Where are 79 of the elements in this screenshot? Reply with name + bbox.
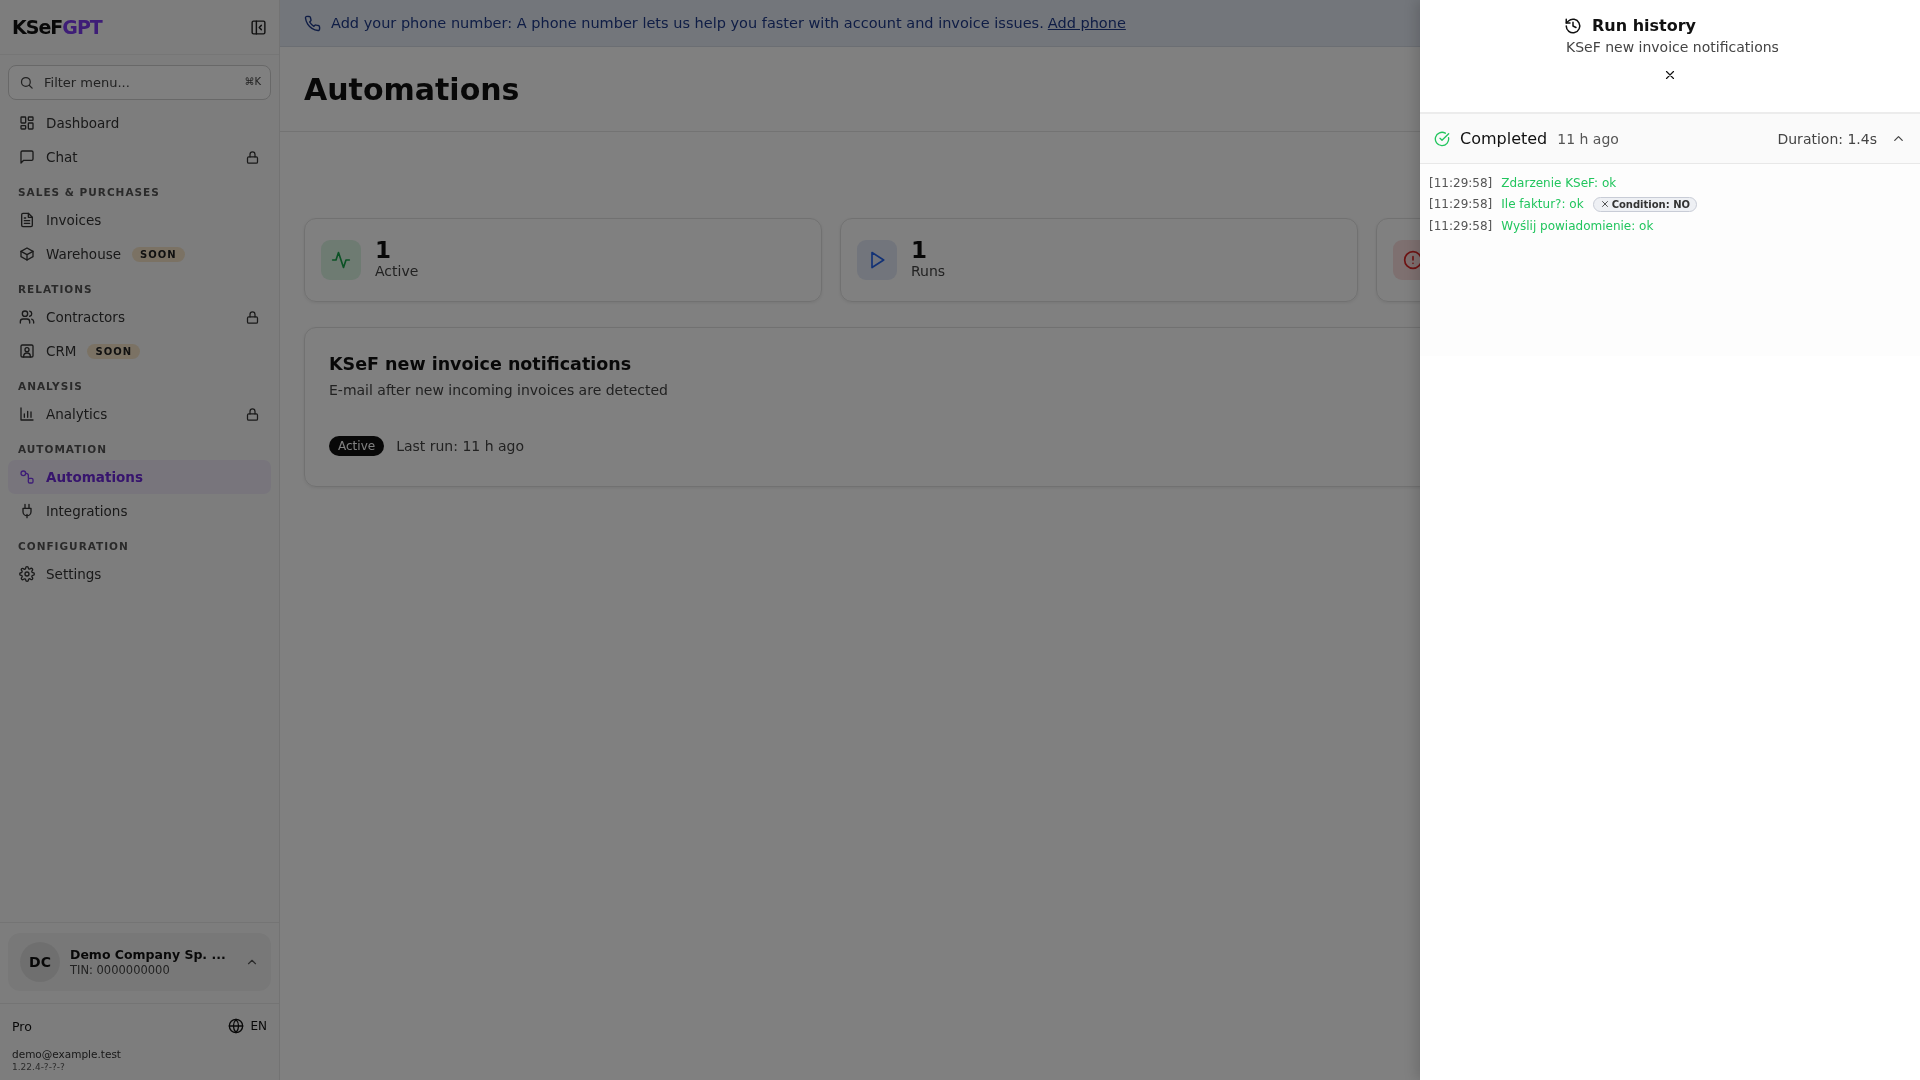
log-timestamp: [11:29:58] [1429, 218, 1493, 233]
stat-value: 1 [911, 237, 928, 263]
bar-chart-icon [19, 406, 35, 422]
nav-label: Chat [46, 149, 78, 165]
nav-item[interactable]: Invoices [8, 203, 271, 237]
nav-label: Integrations [46, 503, 128, 519]
shortcut-hint: ⌘K [244, 76, 261, 87]
workflow-icon [19, 469, 35, 485]
log-message: Ile faktur?: ok [1501, 197, 1584, 212]
cube-icon [19, 246, 35, 262]
nav-item[interactable]: CRM SOON [8, 334, 271, 368]
language-button[interactable]: EN [228, 1018, 267, 1034]
nav-item[interactable]: Integrations [8, 494, 271, 528]
section-label: CONFIGURATION [17, 539, 130, 554]
section-label: SALES & PURCHASES [17, 185, 161, 200]
nav-item[interactable]: Automations [8, 460, 271, 494]
close-button[interactable] [1663, 68, 1677, 82]
account-switcher[interactable]: DC Demo Company Sp. ... TIN: 0000000000 [8, 933, 271, 991]
search-icon [19, 75, 34, 90]
soon-badge: SOON [132, 246, 185, 262]
panel-subtitle: KSeF new invoice notifications [1566, 39, 1779, 55]
nav-item[interactable]: Settings [8, 557, 271, 591]
run-time: 11 h ago [1557, 130, 1619, 147]
condition-badge: Condition: NO [1592, 196, 1698, 212]
page-title: Automations [304, 71, 520, 107]
stat-label: Runs [911, 263, 946, 279]
tax-id: TIN: 0000000000 [70, 963, 171, 978]
nav-label: Settings [46, 566, 102, 582]
alert-circle-icon [1403, 250, 1423, 270]
sidebar-toggle-button[interactable] [250, 18, 267, 36]
avatar: DC [20, 942, 60, 982]
nav-label: Analytics [46, 406, 108, 422]
nav-label: Contractors [46, 309, 125, 325]
automation-description: E-mail after new incoming invoices are detected [329, 382, 669, 398]
nav-label: Invoices [46, 212, 102, 228]
status-badge: Active [329, 436, 385, 456]
nav-label: Warehouse [46, 246, 122, 262]
nav-label: CRM [46, 343, 77, 359]
nav-label: Dashboard [46, 115, 120, 131]
nav-item[interactable]: Contractors [8, 300, 271, 334]
log-message: Wyślij powiadomienie: ok [1501, 218, 1654, 233]
section-label: AUTOMATION [17, 442, 108, 457]
section-label: ANALYSIS [17, 379, 84, 394]
log-message: Zdarzenie KSeF: ok [1501, 175, 1617, 190]
nav-item[interactable]: Dashboard [8, 106, 271, 140]
contact-card-icon [19, 343, 35, 359]
panel-title: Run history [1592, 16, 1697, 35]
nav-item[interactable]: Chat [8, 140, 271, 174]
history-icon [1564, 16, 1582, 35]
stat-label: Active [375, 263, 419, 279]
last-run-text: Last run: 11 h ago [396, 438, 525, 454]
version-text: 1.22.4-?-?-? [11, 1062, 66, 1072]
plug-icon [19, 503, 35, 519]
chat-bubble-icon [19, 149, 35, 165]
logo[interactable]: KSeFGPT [12, 16, 102, 38]
users-icon [19, 309, 35, 325]
settings-icon [19, 566, 35, 582]
run-status: Completed [1460, 129, 1548, 148]
log-timestamp: [11:29:58] [1429, 175, 1493, 190]
check-circle-icon [1434, 130, 1450, 147]
log-timestamp: [11:29:58] [1429, 197, 1493, 212]
pulse-icon [331, 250, 351, 270]
banner-text: Add your phone number: A phone number lets us help you faster with account and invoice issues. [331, 15, 1044, 31]
dashboard-icon [19, 115, 35, 131]
nav-label: Automations [46, 469, 143, 485]
document-icon [19, 212, 35, 228]
automation-title: KSeF new invoice notifications [329, 354, 633, 374]
phone-icon [304, 14, 321, 32]
soon-badge: SOON [87, 343, 141, 359]
company-name: Demo Company Sp. ... [70, 946, 227, 964]
add-phone-link[interactable]: Add phone [1047, 15, 1126, 31]
run-duration: Duration: 1.4s [1777, 130, 1877, 147]
stat-value: 1 [375, 237, 392, 263]
user-email: demo@example.test [11, 1048, 122, 1060]
run-header[interactable]: Completed 11 h ago Duration: 1.4s [1420, 114, 1920, 164]
nav-item[interactable]: Analytics [8, 397, 271, 431]
nav-item[interactable]: Warehouse SOON [8, 237, 271, 271]
section-label: RELATIONS [17, 282, 94, 297]
plan-label: Pro [12, 1018, 32, 1034]
